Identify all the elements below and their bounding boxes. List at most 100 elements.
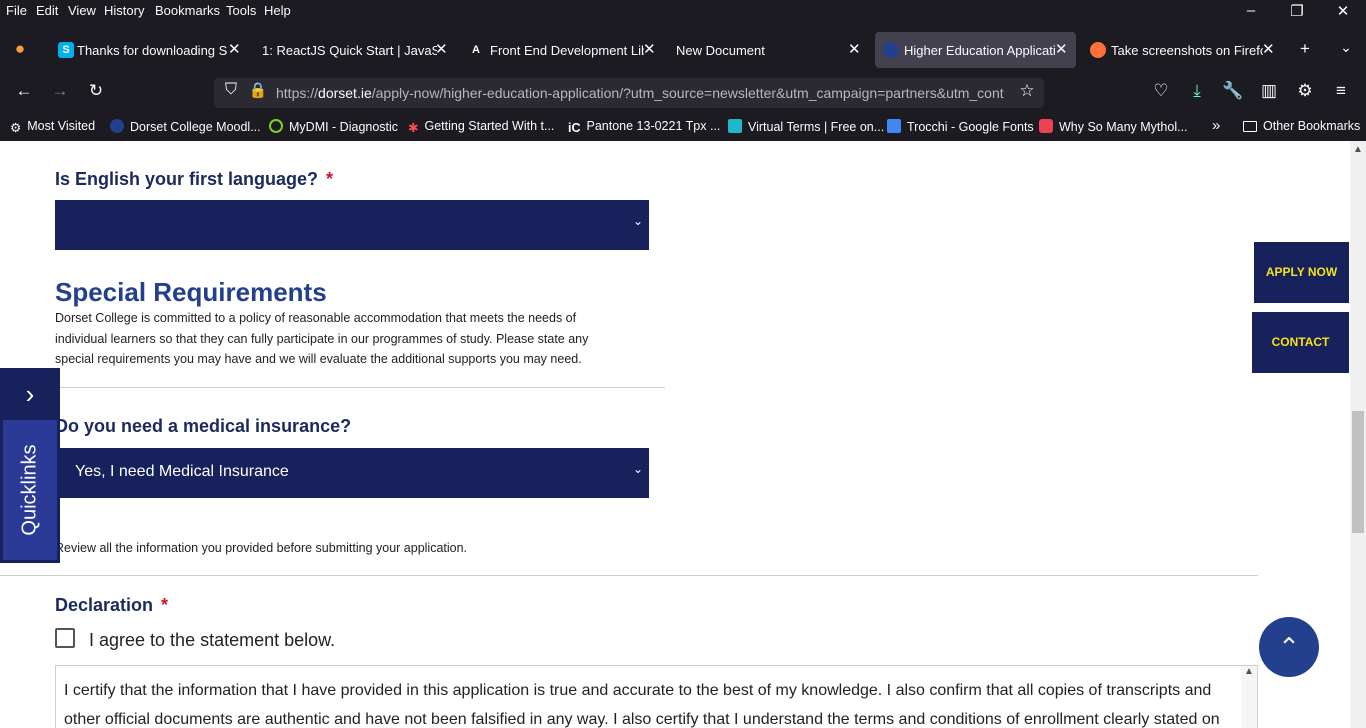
gear-icon: ⚙ (10, 121, 22, 135)
quicklinks-panel[interactable]: › Quicklinks (0, 368, 60, 563)
special-requirements-text: Dorset College is committed to a policy … (55, 311, 589, 366)
bookmark-star-icon[interactable]: ☆ (1014, 81, 1040, 101)
tab-strip: ● S Thanks for downloading Sky ✕ 1: Reac… (0, 32, 1366, 68)
scroll-up-icon[interactable]: ▲ (1350, 144, 1366, 155)
tab-new-document[interactable]: New Document ✕ (666, 32, 864, 68)
chevron-right-icon[interactable]: › (0, 368, 60, 420)
page-content: Is English your first language? * ⌄ Speci… (0, 141, 1350, 728)
back-icon[interactable]: ← (11, 81, 37, 101)
menu-view[interactable]: View (68, 3, 96, 18)
tab-reactjs[interactable]: 1: ReactJS Quick Start | JavaScript ✕ (252, 32, 450, 68)
page-scrollbar[interactable]: ▲ (1350, 141, 1366, 728)
downloads-icon[interactable]: ⤓ (1184, 81, 1210, 101)
nav-bar: ← → ↻ ⛉ 🔒 https://dorset.ie/apply-now/hi… (0, 72, 1366, 114)
special-requirements-title: Special Requirements (55, 277, 327, 307)
quicklinks-tab[interactable]: Quicklinks (3, 420, 57, 560)
hamburger-menu-icon[interactable]: ≡ (1328, 81, 1354, 101)
menu-history[interactable]: History (104, 3, 144, 18)
extensions-icon[interactable]: ▥ (1256, 81, 1282, 101)
required-marker: * (161, 595, 169, 615)
tab-title: 1: ReactJS Quick Start | JavaScript (262, 43, 437, 58)
restore-icon[interactable]: ❐ (1282, 2, 1312, 24)
menu-bookmarks[interactable]: Bookmarks (155, 3, 220, 18)
firefox-view-icon[interactable]: ● (7, 39, 33, 59)
insurance-select-value: Yes, I need Medical Insurance (75, 463, 289, 480)
scroll-to-top-button[interactable]: ⌃ (1259, 617, 1319, 677)
english-question-label: Is English your first language? * (55, 169, 334, 189)
declaration-textarea[interactable]: I certify that the information that I ha… (55, 665, 1258, 728)
settings-gear-icon[interactable]: ⚙ (1292, 81, 1318, 101)
skype-favicon-icon: S (58, 42, 74, 58)
review-text: Review all the information you provided … (55, 541, 468, 555)
bookmark-getting-started[interactable]: ✱ Getting Started With t... (408, 119, 554, 135)
wrench-icon[interactable]: 🔧 (1220, 81, 1246, 101)
minimize-icon[interactable]: – (1236, 2, 1266, 24)
tab-title: Front End Development Libr (490, 43, 644, 58)
textarea-scrollbar[interactable]: ▲ (1241, 666, 1257, 728)
agree-checkbox[interactable] (55, 628, 75, 648)
asterisk-icon: ✱ (408, 121, 419, 135)
ic-icon: iC (568, 121, 581, 135)
dorset-favicon-icon (883, 42, 899, 58)
tab-frontend-libraries[interactable]: A Front End Development Libr ✕ (460, 32, 658, 68)
tab-title: Thanks for downloading Sky (77, 43, 227, 58)
forward-icon[interactable]: → (47, 81, 73, 101)
menu-help[interactable]: Help (264, 3, 291, 18)
required-marker: * (326, 169, 334, 189)
url-bar[interactable]: ⛉ 🔒 https://dorset.ie/apply-now/higher-e… (214, 78, 1044, 108)
bookmark-mydmi[interactable]: MyDMI - Diagnostic (269, 119, 398, 134)
apply-now-button[interactable]: APPLY NOW (1254, 242, 1349, 303)
chevron-down-icon: ⌄ (632, 462, 643, 476)
tab-title: Higher Education Applicatio (904, 43, 1056, 58)
declaration-text: I certify that the information that I ha… (64, 682, 1220, 728)
insurance-select[interactable]: Yes, I need Medical Insurance ⌄ (55, 448, 649, 498)
bookmark-pantone[interactable]: iC Pantone 13-0221 Tpx ... (568, 119, 720, 135)
tab-screenshots[interactable]: Take screenshots on Firefox | ✕ (1082, 32, 1278, 68)
menu-edit[interactable]: Edit (36, 3, 58, 18)
tab-higher-education[interactable]: Higher Education Applicatio ✕ (875, 32, 1076, 68)
url-text[interactable]: https://dorset.ie/apply-now/higher-educa… (276, 85, 1008, 101)
menu-bar: File Edit View History Bookmarks Tools H… (0, 0, 1366, 22)
other-bookmarks[interactable]: Other Bookmarks (1243, 119, 1360, 133)
bookmark-virtual-terms[interactable]: Virtual Terms | Free on... (728, 119, 884, 134)
pocket-icon (1039, 119, 1053, 133)
chevron-down-icon: ⌄ (632, 214, 643, 228)
tab-title: Take screenshots on Firefox | (1111, 43, 1263, 58)
divider (0, 575, 1258, 576)
menu-file[interactable]: File (6, 3, 27, 18)
tab-close-icon[interactable]: ✕ (643, 40, 656, 58)
english-select[interactable]: ⌄ (55, 200, 649, 250)
chevron-up-icon: ▲ (1244, 666, 1254, 677)
bookmark-most-visited[interactable]: ⚙ Most Visited (10, 119, 95, 135)
tab-close-icon[interactable]: ✕ (848, 40, 861, 58)
bookmark-mythology[interactable]: Why So Many Mythol... (1039, 119, 1188, 134)
tab-skype[interactable]: S Thanks for downloading Sky ✕ (46, 32, 244, 68)
new-tab-icon[interactable]: + (1292, 39, 1318, 59)
dorset-icon (110, 119, 124, 133)
tab-close-icon[interactable]: ✕ (435, 40, 448, 58)
bookmark-moodle[interactable]: Dorset College Moodl... (110, 119, 261, 134)
folder-icon (1243, 121, 1257, 132)
reload-icon[interactable]: ↻ (83, 81, 109, 101)
more-bookmarks-icon[interactable]: » (1212, 117, 1220, 134)
tab-title: New Document (676, 43, 765, 58)
google-fonts-icon (887, 119, 901, 133)
tracking-shield-icon[interactable]: ⛉ (218, 81, 244, 99)
bookmark-trocchi[interactable]: Trocchi - Google Fonts (887, 119, 1034, 134)
tab-close-icon[interactable]: ✕ (1262, 40, 1275, 58)
scrollbar-thumb[interactable] (1352, 411, 1364, 533)
tab-close-icon[interactable]: ✕ (228, 40, 241, 58)
checkmark-icon (728, 119, 742, 133)
close-window-icon[interactable]: ✕ (1328, 2, 1358, 24)
tab-close-icon[interactable]: ✕ (1055, 40, 1068, 58)
list-tabs-icon[interactable]: ⌄ (1333, 39, 1359, 56)
pocket-icon[interactable]: ♡ (1148, 81, 1174, 101)
firefox-favicon-icon (1090, 42, 1106, 58)
agree-label[interactable]: I agree to the statement below. (89, 630, 335, 651)
mydmi-icon (269, 119, 283, 133)
lock-icon[interactable]: 🔒 (245, 81, 271, 99)
contact-button[interactable]: CONTACT (1252, 312, 1349, 373)
bookmarks-toolbar: ⚙ Most Visited Dorset College Moodl... My… (0, 114, 1366, 141)
menu-tools[interactable]: Tools (226, 3, 256, 18)
chevron-up-icon: ⌃ (1278, 632, 1300, 662)
